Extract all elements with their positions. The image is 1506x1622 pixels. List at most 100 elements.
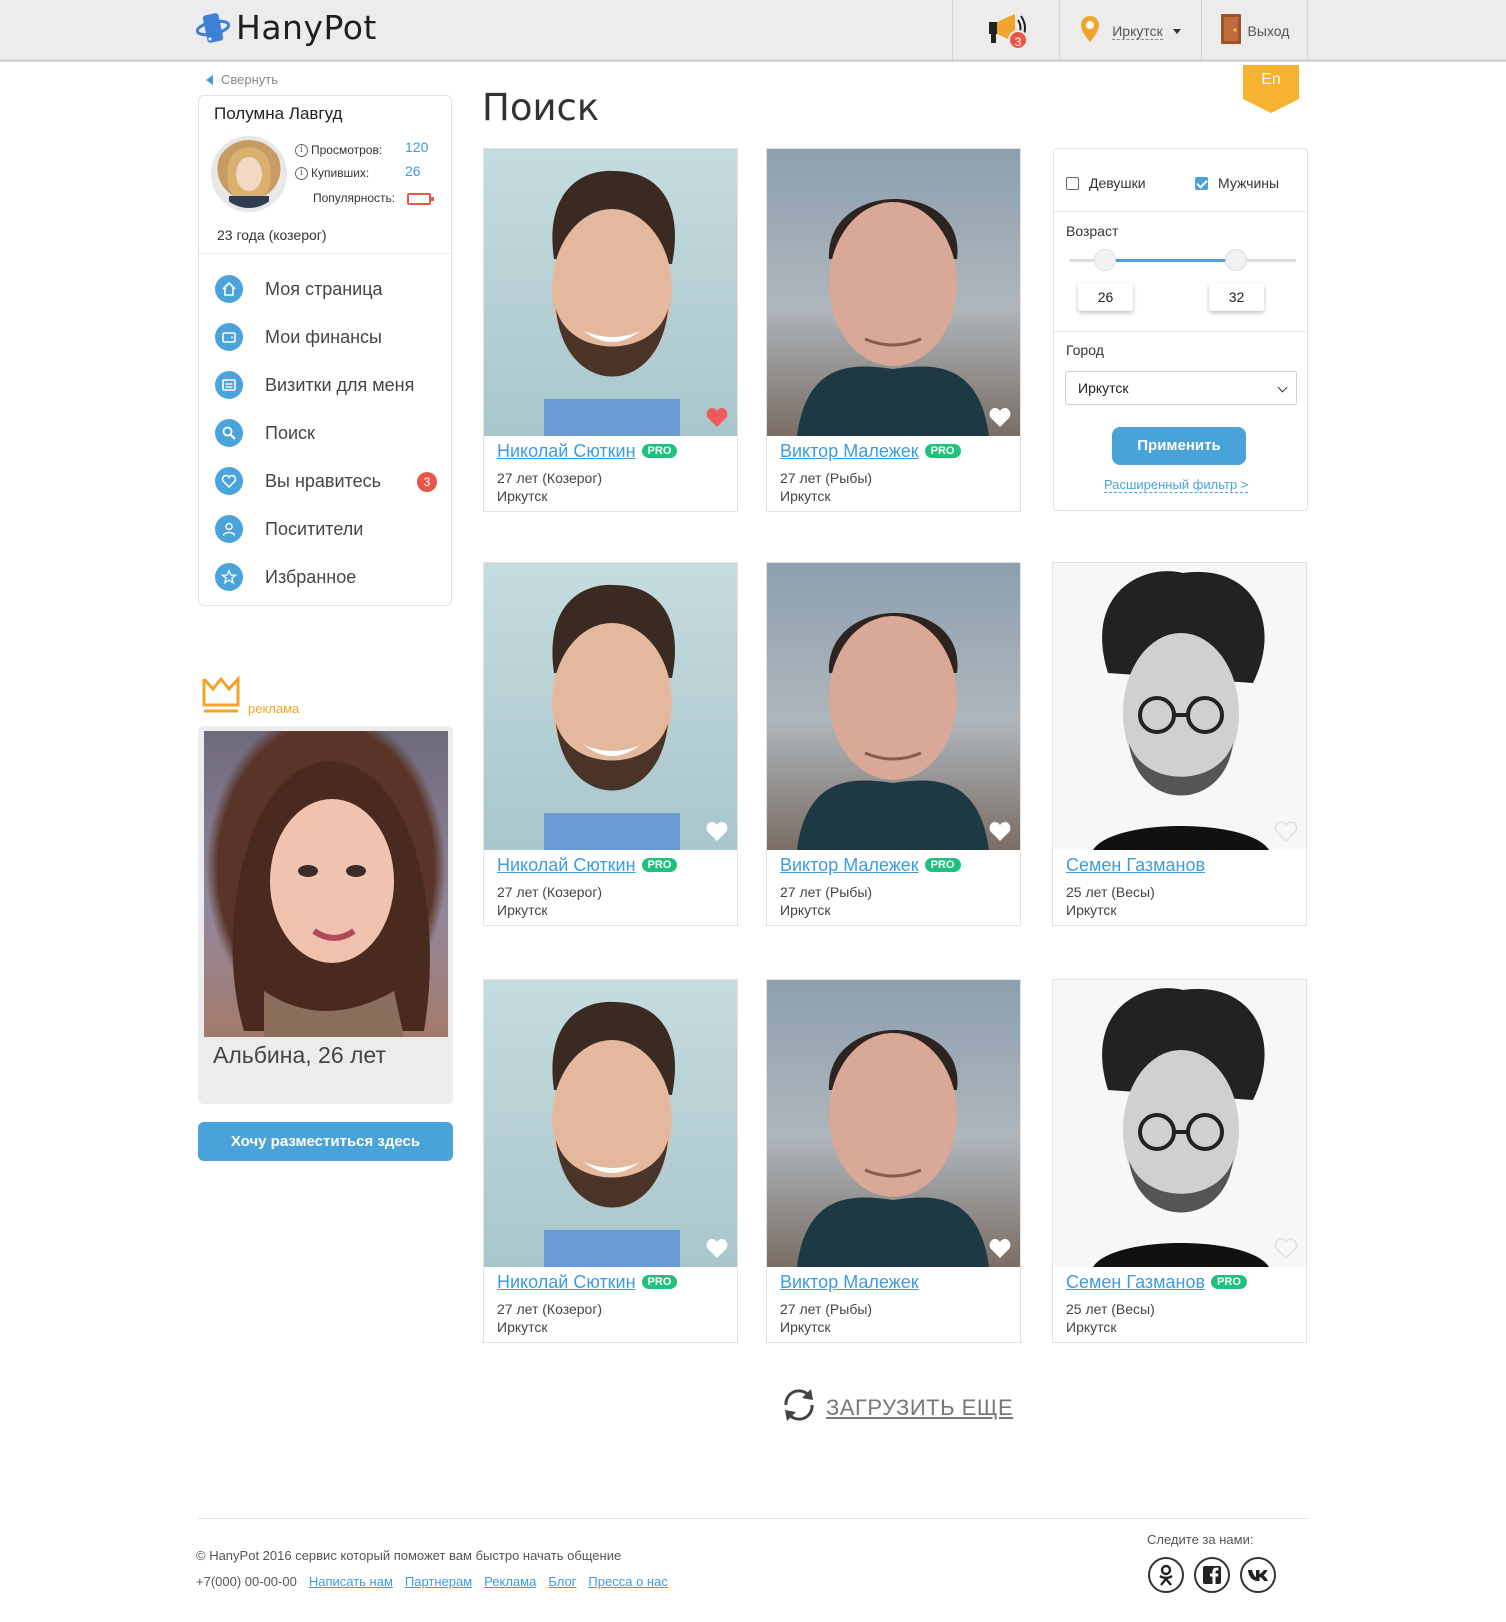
profile-photo[interactable] bbox=[767, 149, 1020, 436]
city-select[interactable]: Иркутск bbox=[1065, 371, 1297, 405]
sidebar-item-likes[interactable]: Вы нравитесь 3 bbox=[215, 464, 437, 498]
profile-card-result[interactable]: Николай Сюткин PRO 27 лет (Козерог) Иркут… bbox=[483, 979, 738, 1343]
language-label: En bbox=[1261, 71, 1281, 88]
ad-photo bbox=[204, 731, 448, 1037]
profile-card-result[interactable]: Николай Сюткин PRO 27 лет (Козерог) Иркут… bbox=[483, 562, 738, 926]
avatar-photo bbox=[227, 148, 271, 208]
profile-name-link[interactable]: Виктор Малежек bbox=[780, 1272, 919, 1293]
city-select-value: Иркутск bbox=[1078, 380, 1129, 396]
profile-card-result[interactable]: Виктор Малежек PRO 27 лет (Рыбы) Иркутск bbox=[766, 148, 1021, 512]
footer-link-partners[interactable]: Партнерам bbox=[405, 1574, 472, 1589]
notifications-button[interactable]: 3 bbox=[952, 0, 1059, 62]
favorite-heart-icon[interactable] bbox=[988, 1237, 1012, 1259]
collapse-sidebar-link[interactable]: Свернуть bbox=[206, 72, 278, 87]
ad-label: реклама bbox=[248, 701, 300, 716]
favorite-heart-icon[interactable] bbox=[1274, 1237, 1298, 1259]
profile-card-result[interactable]: Виктор Малежек PRO 27 лет (Рыбы) Иркутск bbox=[766, 562, 1021, 926]
advanced-filter-link[interactable]: Расширенный фильтр > bbox=[1104, 477, 1249, 493]
profile-name-link[interactable]: Николай Сюткин PRO bbox=[497, 855, 678, 876]
footer-link-ads[interactable]: Реклама bbox=[484, 1574, 536, 1589]
profile-card-result[interactable]: Николай Сюткин PRO 27 лет (Козерог) Иркут… bbox=[483, 148, 738, 512]
profile-age: 27 лет (Рыбы) bbox=[780, 1301, 873, 1317]
profile-card-result[interactable]: Семен Газманов 25 лет (Весы) Иркутск bbox=[1052, 562, 1307, 926]
info-icon[interactable]: i bbox=[295, 143, 308, 157]
city-label: Город bbox=[1066, 342, 1104, 358]
profile-card-result[interactable]: Виктор Малежек 27 лет (Рыбы) Иркутск bbox=[766, 979, 1021, 1343]
age-min-handle[interactable] bbox=[1094, 249, 1116, 271]
info-icon[interactable]: i bbox=[295, 166, 308, 180]
profile-photo[interactable] bbox=[1053, 980, 1306, 1267]
profile-city: Иркутск bbox=[1066, 1319, 1117, 1335]
profile-photo[interactable] bbox=[484, 149, 737, 436]
sidebar-item-visitors[interactable]: Поситители bbox=[215, 512, 437, 546]
age-max-value[interactable]: 32 bbox=[1209, 283, 1264, 311]
girls-checkbox[interactable]: Девушки bbox=[1066, 175, 1146, 191]
avatar[interactable] bbox=[211, 136, 287, 212]
footer-divider bbox=[198, 1518, 1308, 1519]
popularity-stat: Популярность: bbox=[313, 191, 395, 205]
chevron-left-icon bbox=[206, 74, 213, 85]
favorite-heart-icon[interactable] bbox=[705, 1237, 729, 1259]
sidebar-item-business-cards[interactable]: Визитки для меня bbox=[215, 368, 437, 402]
footer-link-press[interactable]: Пресса о нас bbox=[588, 1574, 667, 1589]
collapse-label: Свернуть bbox=[221, 72, 279, 87]
profile-name-link[interactable]: Николай Сюткин PRO bbox=[497, 1272, 678, 1293]
ad-card[interactable]: Альбина, 26 лет bbox=[198, 726, 453, 1104]
favorite-heart-icon[interactable] bbox=[705, 406, 729, 428]
heart-icon bbox=[215, 467, 243, 495]
favorite-heart-icon[interactable] bbox=[988, 406, 1012, 428]
card-icon bbox=[215, 371, 243, 399]
place-ad-button[interactable]: Хочу разместиться здесь bbox=[198, 1122, 453, 1161]
sidebar-item-label: Вы нравитесь bbox=[265, 470, 381, 491]
logout-button[interactable]: Выход bbox=[1201, 0, 1308, 62]
profile-name-link[interactable]: Николай Сюткин PRO bbox=[497, 441, 678, 462]
profile-photo[interactable] bbox=[484, 563, 737, 850]
favorite-heart-icon[interactable] bbox=[1274, 820, 1298, 842]
vk-icon[interactable] bbox=[1240, 1557, 1276, 1593]
load-more-button[interactable]: ЗАГРУЗИТЬ ЕЩЕ bbox=[780, 1386, 1013, 1430]
profile-name-link[interactable]: Виктор Малежек PRO bbox=[780, 441, 961, 462]
age-max-handle[interactable] bbox=[1225, 249, 1247, 271]
profile-card-result[interactable]: Семен Газманов PRO 25 лет (Весы) Иркутск bbox=[1052, 979, 1307, 1343]
likes-count-badge: 3 bbox=[417, 472, 437, 492]
odnoklassniki-icon[interactable] bbox=[1148, 1557, 1184, 1593]
footer-link-blog[interactable]: Блог bbox=[548, 1574, 576, 1589]
load-more-label: ЗАГРУЗИТЬ ЕЩЕ bbox=[826, 1395, 1014, 1420]
profile-photo[interactable] bbox=[767, 980, 1020, 1267]
footer-copyright: © HanyPot 2016 сервис который поможет ва… bbox=[196, 1548, 622, 1563]
sidebar-item-my-page[interactable]: Моя страница bbox=[215, 272, 437, 306]
men-checkbox[interactable]: Мужчины bbox=[1195, 175, 1279, 191]
location-pin-icon bbox=[1080, 15, 1100, 48]
city-selector[interactable]: Иркутск bbox=[1059, 0, 1201, 62]
wallet-icon bbox=[215, 323, 243, 351]
divider bbox=[1054, 331, 1307, 332]
sidebar-item-favorites[interactable]: Избранное bbox=[215, 560, 437, 594]
sidebar-item-search[interactable]: Поиск bbox=[215, 416, 437, 450]
age-min-value[interactable]: 26 bbox=[1078, 283, 1133, 311]
sidebar-item-finances[interactable]: Мои финансы bbox=[215, 320, 437, 354]
profile-age: 27 лет (Козерог) bbox=[497, 1301, 603, 1317]
profile-name-link[interactable]: Семен Газманов PRO bbox=[1066, 1272, 1247, 1293]
sidebar-item-label: Избранное bbox=[265, 566, 357, 587]
profile-photo[interactable] bbox=[484, 980, 737, 1267]
profile-photo[interactable] bbox=[767, 563, 1020, 850]
follow-label: Следите за нами: bbox=[1147, 1532, 1254, 1547]
language-switch[interactable]: En bbox=[1243, 65, 1299, 115]
door-icon bbox=[1220, 13, 1242, 50]
profile-city: Иркутск bbox=[497, 902, 548, 918]
profile-city: Иркутск bbox=[780, 488, 831, 504]
logo[interactable]: HanyPot bbox=[195, 8, 377, 47]
apply-filter-button[interactable]: Применить bbox=[1112, 427, 1246, 465]
favorite-heart-icon[interactable] bbox=[705, 820, 729, 842]
footer-link-contact[interactable]: Написать нам bbox=[309, 1574, 393, 1589]
pro-badge: PRO bbox=[641, 444, 678, 458]
favorite-heart-icon[interactable] bbox=[988, 820, 1012, 842]
profile-name-link[interactable]: Семен Газманов bbox=[1066, 855, 1205, 876]
profile-photo[interactable] bbox=[1053, 563, 1306, 850]
age-range-slider[interactable] bbox=[1069, 249, 1296, 271]
pro-badge: PRO bbox=[924, 444, 961, 458]
profile-name[interactable]: Полумна Лавгуд bbox=[214, 104, 342, 124]
profile-name-link[interactable]: Виктор Малежек PRO bbox=[780, 855, 961, 876]
facebook-icon[interactable] bbox=[1194, 1557, 1230, 1593]
notifications-badge: 3 bbox=[1008, 30, 1028, 50]
